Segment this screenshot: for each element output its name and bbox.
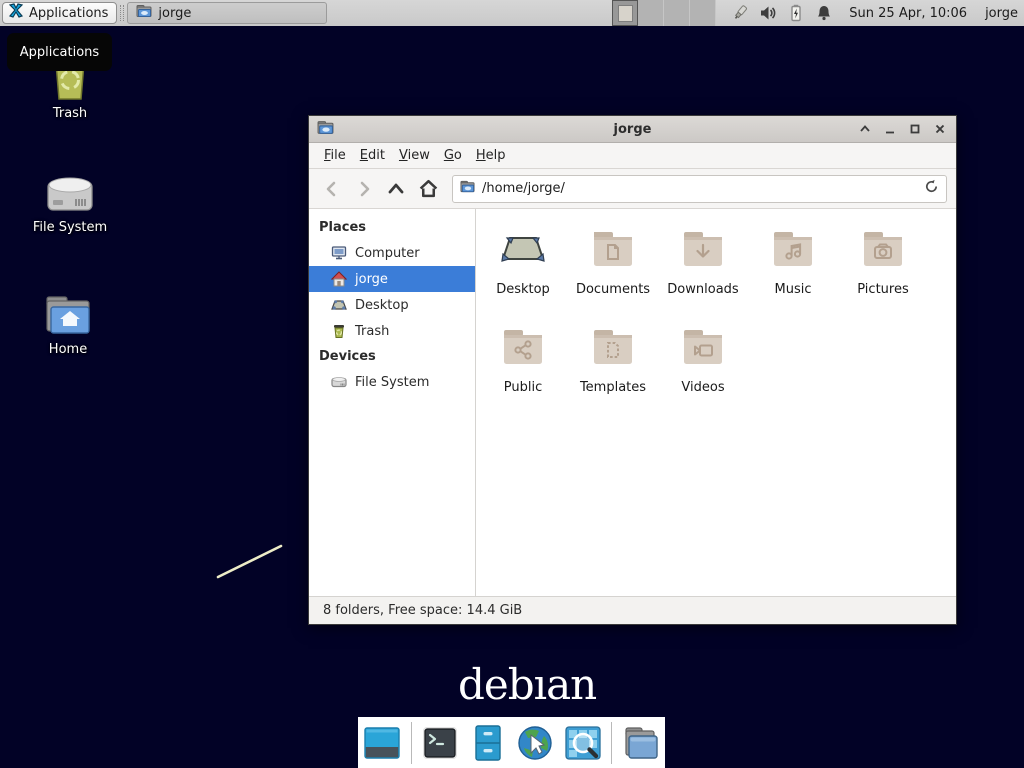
file-label: Downloads: [658, 282, 748, 297]
desktop-pad-icon: [499, 225, 547, 273]
file-item-documents[interactable]: Documents: [568, 221, 658, 319]
desktop-screen: Applications jorge: [0, 0, 1024, 768]
file-cabinet-icon: [469, 724, 507, 762]
file-item-desktop[interactable]: Desktop: [478, 221, 568, 319]
file-item-pictures[interactable]: Pictures: [838, 221, 928, 319]
hard-drive-icon: [46, 172, 94, 214]
file-item-videos[interactable]: Videos: [658, 319, 748, 417]
window-folder-icon: [317, 119, 334, 140]
directory-menu-button[interactable]: [621, 723, 660, 763]
home-button[interactable]: [414, 175, 442, 203]
menu-edit[interactable]: Edit: [353, 145, 392, 166]
menu-help[interactable]: Help: [469, 145, 513, 166]
file-item-music[interactable]: Music: [748, 221, 838, 319]
desktop-icon: [331, 297, 347, 313]
applications-tooltip: Applications: [7, 33, 112, 71]
desktop-icon-file-system[interactable]: File System: [20, 172, 120, 235]
status-text: 8 folders, Free space: 14.4 GiB: [323, 603, 522, 618]
application-finder-button[interactable]: [564, 723, 603, 763]
back-button[interactable]: [318, 175, 346, 203]
computer-icon: [331, 245, 347, 261]
reload-icon[interactable]: [924, 179, 939, 198]
file-item-templates[interactable]: Templates: [568, 319, 658, 417]
sidebar-item-file-system[interactable]: File System: [309, 369, 475, 395]
file-item-public[interactable]: Public: [478, 319, 568, 417]
terminal-button[interactable]: [421, 723, 460, 763]
sidebar-item-desktop[interactable]: Desktop: [309, 292, 475, 318]
downloads-folder-icon: [679, 225, 727, 273]
sidebar-item-label: Desktop: [355, 298, 409, 313]
show-desktop-button[interactable]: [363, 723, 402, 763]
dock-separator: [611, 722, 612, 764]
window-content: Places Computer: [309, 209, 956, 596]
up-button[interactable]: [382, 175, 410, 203]
status-bar: 8 folders, Free space: 14.4 GiB: [309, 596, 956, 624]
file-item-downloads[interactable]: Downloads: [658, 221, 748, 319]
home-folder-icon: [44, 292, 92, 336]
file-grid: Desktop Documents: [476, 209, 956, 596]
music-folder-icon: [769, 225, 817, 273]
file-label: Desktop: [478, 282, 568, 297]
file-label: Videos: [658, 380, 748, 395]
public-folder-icon: [499, 323, 547, 371]
templates-folder-icon: [589, 323, 637, 371]
sidebar-item-label: Computer: [355, 246, 420, 261]
pictures-folder-icon: [859, 225, 907, 273]
bottom-dock: [358, 717, 665, 768]
file-label: Templates: [568, 380, 658, 395]
documents-folder-icon: [589, 225, 637, 273]
sidebar-item-trash[interactable]: Trash: [309, 318, 475, 344]
path-text[interactable]: /home/jorge/: [482, 181, 917, 196]
web-browser-button[interactable]: [516, 723, 555, 763]
desktop-icon-label: File System: [20, 220, 120, 235]
maximize-button[interactable]: [907, 121, 923, 137]
shade-button[interactable]: [857, 121, 873, 137]
sidebar-devices-header: Devices: [309, 344, 475, 369]
minimize-button[interactable]: [882, 121, 898, 137]
file-label: Music: [748, 282, 838, 297]
directory-folder-icon: [622, 724, 660, 762]
sidebar-item-computer[interactable]: Computer: [309, 240, 475, 266]
sidebar-item-label: jorge: [355, 272, 388, 287]
sidebar-item-label: Trash: [355, 324, 389, 339]
trash-icon: [331, 323, 347, 339]
dock-separator: [411, 722, 412, 764]
menu-bar: File Edit View Go Help: [309, 143, 956, 169]
home-icon: [331, 271, 347, 287]
hard-drive-icon: [331, 374, 347, 390]
file-manager-window: jorge File Edit View Go Help: [308, 115, 957, 625]
forward-button[interactable]: [350, 175, 378, 203]
videos-folder-icon: [679, 323, 727, 371]
file-manager-button[interactable]: [468, 723, 507, 763]
desktop-icon-home[interactable]: Home: [18, 292, 118, 357]
toolbar: /home/jorge/: [309, 169, 956, 209]
menu-file[interactable]: File: [317, 145, 353, 166]
terminal-icon: [421, 724, 459, 762]
menu-go[interactable]: Go: [437, 145, 469, 166]
file-label: Documents: [568, 282, 658, 297]
desktop-icon-label: Trash: [20, 106, 120, 121]
tooltip-text: Applications: [20, 45, 99, 60]
sidebar-item-jorge[interactable]: jorge: [309, 266, 475, 292]
menu-view[interactable]: View: [392, 145, 437, 166]
desktop-icon-label: Home: [18, 342, 118, 357]
close-button[interactable]: [932, 121, 948, 137]
sidebar-item-label: File System: [355, 375, 429, 390]
location-bar[interactable]: /home/jorge/: [452, 175, 947, 203]
sidebar-places-header: Places: [309, 215, 475, 240]
web-browser-globe-icon: [516, 724, 554, 762]
sidebar: Places Computer: [309, 209, 476, 596]
file-label: Public: [478, 380, 568, 395]
application-finder-icon: [564, 724, 602, 762]
show-desktop-icon: [363, 724, 401, 762]
file-label: Pictures: [838, 282, 928, 297]
path-folder-icon: [460, 179, 475, 198]
window-titlebar[interactable]: jorge: [309, 116, 956, 143]
